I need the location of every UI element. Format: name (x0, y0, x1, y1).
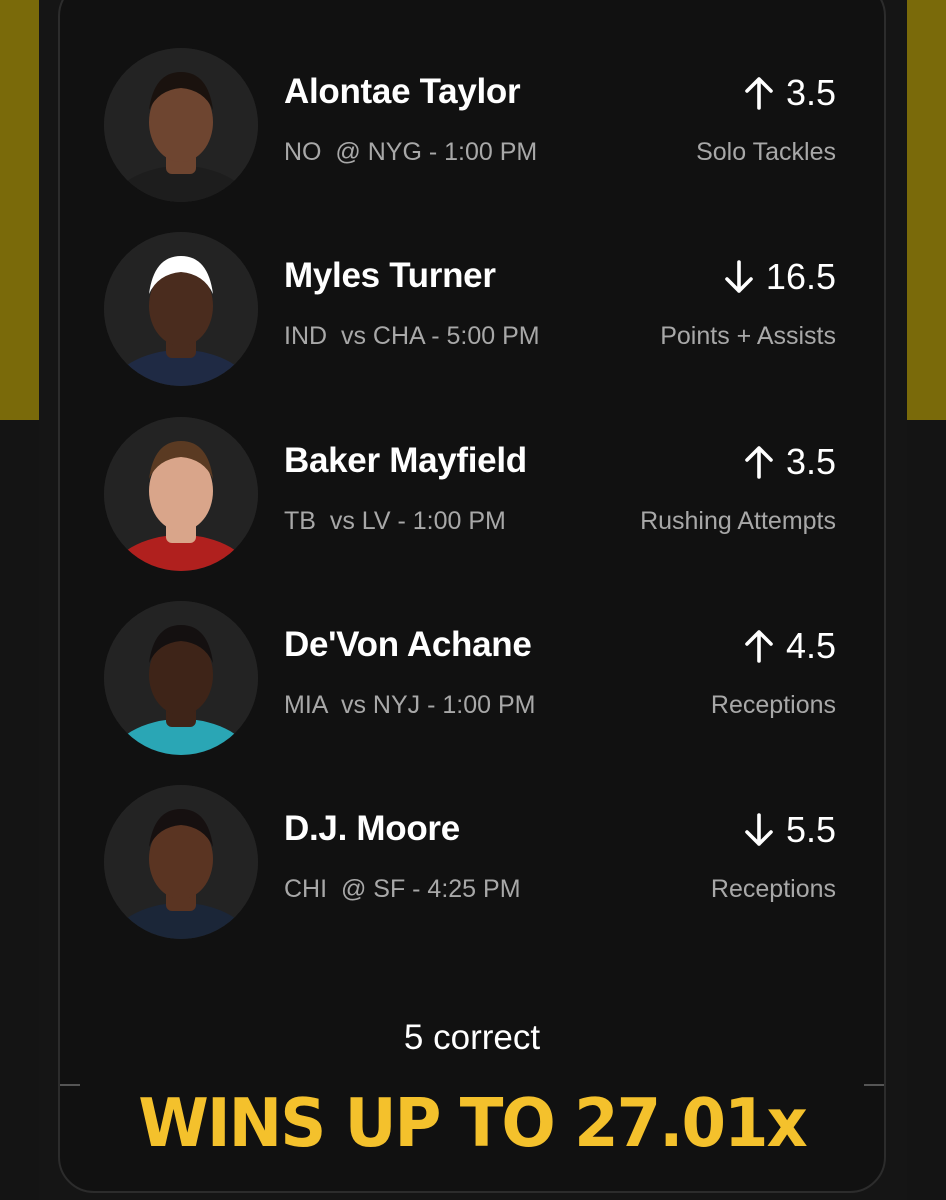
pick-row-5[interactable]: D.J. Moore CHI @ SF - 4:25 PM 5.5 Recept… (60, 785, 884, 945)
correct-count: 5 correct (403, 1018, 541, 1057)
stat-type: Points + Assists (660, 322, 836, 350)
arrow-up-icon (745, 630, 773, 663)
projection-line[interactable]: 3.5 (744, 441, 836, 483)
player-avatar (104, 785, 258, 939)
stat-type: Rushing Attempts (640, 507, 836, 535)
payout-multiplier: WINS UP TO 27.01x (138, 1085, 808, 1163)
player-name: D.J. Moore (284, 809, 460, 848)
game-info: IND vs CHA - 5:00 PM (284, 322, 540, 350)
divider-right (864, 1084, 884, 1086)
projection-line[interactable]: 16.5 (724, 256, 836, 298)
player-name: Baker Mayfield (284, 441, 527, 480)
line-value: 3.5 (785, 72, 836, 113)
pick-row-2[interactable]: Myles Turner IND vs CHA - 5:00 PM 16.5 P… (60, 232, 884, 392)
picks-card: Alontae Taylor NO @ NYG - 1:00 PM 3.5 So… (58, 0, 886, 1193)
game-info: NO @ NYG - 1:00 PM (284, 138, 538, 166)
pick-row-1[interactable]: Alontae Taylor NO @ NYG - 1:00 PM 3.5 So… (60, 48, 884, 208)
pick-row-3[interactable]: Baker Mayfield TB vs LV - 1:00 PM 3.5 Ru… (60, 417, 884, 577)
player-avatar (104, 601, 258, 755)
arrow-up-icon (745, 77, 773, 110)
player-avatar (104, 417, 258, 571)
player-name: Myles Turner (284, 256, 496, 295)
arrow-down-icon (725, 260, 753, 293)
stat-type: Solo Tackles (696, 138, 836, 166)
projection-line[interactable]: 5.5 (744, 809, 836, 851)
game-info: MIA vs NYJ - 1:00 PM (284, 691, 536, 719)
gold-side-band-left (0, 0, 39, 420)
gold-side-band-right (907, 0, 946, 420)
game-info: CHI @ SF - 4:25 PM (284, 875, 521, 903)
line-value: 5.5 (785, 809, 836, 850)
projection-line[interactable]: 4.5 (744, 625, 836, 667)
line-value: 4.5 (785, 625, 836, 666)
stat-type: Receptions (710, 875, 836, 903)
line-value: 3.5 (785, 441, 836, 482)
player-avatar (104, 232, 258, 386)
pick-row-4[interactable]: De'Von Achane MIA vs NYJ - 1:00 PM 4.5 R… (60, 601, 884, 761)
projection-line[interactable]: 3.5 (744, 72, 836, 114)
player-name: Alontae Taylor (284, 72, 521, 111)
divider-left (60, 1084, 80, 1086)
stat-type: Receptions (710, 691, 836, 719)
arrow-up-icon (745, 446, 773, 479)
line-value: 16.5 (765, 256, 836, 297)
player-name: De'Von Achane (284, 625, 532, 664)
arrow-down-icon (745, 813, 773, 846)
player-avatar (104, 48, 258, 202)
game-info: TB vs LV - 1:00 PM (284, 507, 506, 535)
